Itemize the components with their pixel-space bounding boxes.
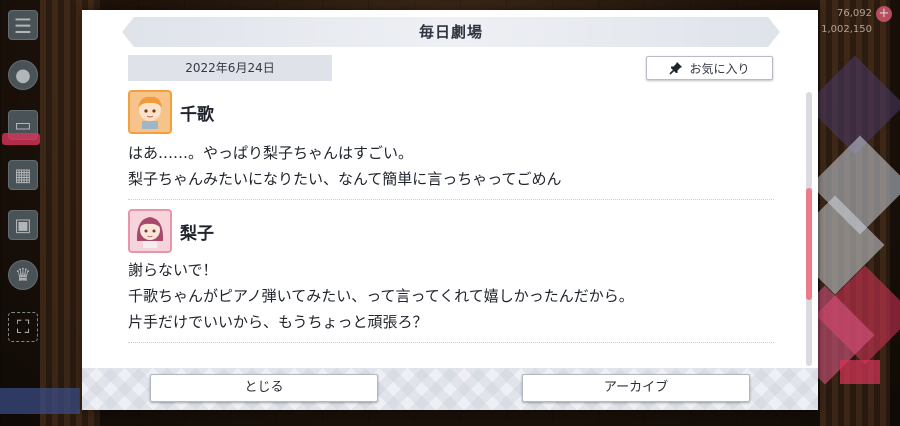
dialogue-lines: はあ……。やっぱり梨子ちゃんはすごい。 梨子ちゃんみたいになりたい、なんて簡単に… xyxy=(128,140,774,192)
date-label: 2022年6月24日 xyxy=(128,55,332,81)
entry-divider xyxy=(128,342,774,343)
dialogue-line: はあ……。やっぱり梨子ちゃんはすごい。 xyxy=(128,144,414,162)
gift-icon[interactable]: ▦ xyxy=(8,160,38,190)
dialogue-line: 謝らないで！ xyxy=(128,261,218,279)
chika-avatar-icon xyxy=(128,90,172,134)
dialogue-line: 梨子ちゃんみたいになりたい、なんて簡単に言っちゃってごめん xyxy=(128,170,562,188)
trophy-icon[interactable]: ♛ xyxy=(8,260,38,290)
dialogue-entry: 梨子 謝らないで！ 千歌ちゃんがピアノ弾いてみたい、って言ってくれて嬉しかったん… xyxy=(128,209,774,343)
pin-icon xyxy=(669,61,683,75)
dialog-title-bar: 毎日劇場 xyxy=(122,17,780,47)
speaker-name: 千歌 xyxy=(180,104,214,125)
favorite-label: お気に入り xyxy=(689,61,750,76)
right-event-tab[interactable] xyxy=(840,360,880,384)
left-menu-rail: ☰ ● ▭ ▦ ▣ ♛ ⛶ xyxy=(0,0,80,426)
chat-bubble-icon[interactable]: ● xyxy=(8,60,38,90)
favorite-button[interactable]: お気に入り xyxy=(646,56,773,80)
archive-button[interactable]: アーカイブ xyxy=(522,374,750,402)
close-button[interactable]: とじる xyxy=(150,374,378,402)
dialogue-lines: 謝らないで！ 千歌ちゃんがピアノ弾いてみたい、って言ってくれて嬉しかったんだから… xyxy=(128,257,774,335)
dialog-title: 毎日劇場 xyxy=(418,23,483,41)
hamburger-menu-icon[interactable]: ☰ xyxy=(8,10,38,40)
fullscreen-icon[interactable]: ⛶ xyxy=(8,312,38,342)
entry-divider xyxy=(128,199,774,200)
scrollbar[interactable] xyxy=(806,92,812,366)
dialogue-line: 千歌ちゃんがピアノ弾いてみたい、って言ってくれて嬉しかったんだから。 xyxy=(128,287,634,305)
dialogue-scroll-area[interactable]: 千歌 はあ……。やっぱり梨子ちゃんはすごい。 梨子ちゃんみたいになりたい、なんて… xyxy=(128,90,774,368)
speaker-name: 梨子 xyxy=(180,223,214,244)
dialogue-entry-header: 梨子 xyxy=(128,209,774,253)
scrollbar-thumb[interactable] xyxy=(806,188,812,300)
daily-theater-dialog: 毎日劇場 2022年6月24日 お気に入り 千歌 はあ……。やっぱり梨子ちゃんは… xyxy=(82,10,818,410)
dialog-footer: とじる アーカイブ xyxy=(82,368,818,410)
bottom-left-banner[interactable] xyxy=(0,388,80,414)
add-currency-button[interactable]: + xyxy=(876,6,892,22)
event-badge xyxy=(2,133,40,145)
riko-avatar-icon xyxy=(128,209,172,253)
dialogue-entry: 千歌 はあ……。やっぱり梨子ちゃんはすごい。 梨子ちゃんみたいになりたい、なんて… xyxy=(128,90,774,200)
dialogue-line: 片手だけでいいから、もうちょっと頑張ろ？ xyxy=(128,313,428,331)
dialogue-entry-header: 千歌 xyxy=(128,90,774,134)
photo-icon[interactable]: ▣ xyxy=(8,210,38,240)
